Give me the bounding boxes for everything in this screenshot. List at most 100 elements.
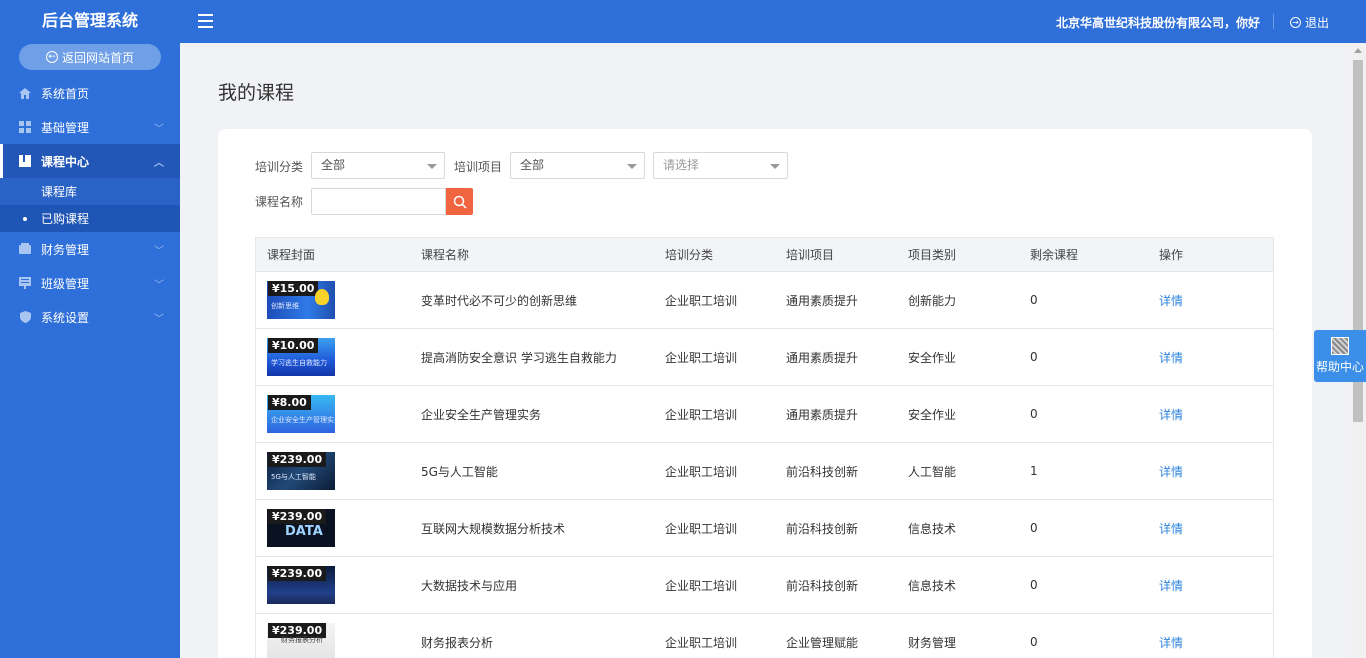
- detail-link[interactable]: 详情: [1159, 406, 1259, 423]
- course-remaining: 0: [1030, 407, 1038, 421]
- help-center-label: 帮助中心: [1315, 360, 1364, 374]
- content-card: 培训分类 全部 培训项目 全部 请选择 课程名称 课程封面 课程名称 培训分类 …: [218, 129, 1312, 658]
- course-category: 企业职工培训: [665, 635, 738, 650]
- page-title: 我的课程: [218, 82, 295, 104]
- cover-caption: 企业安全生产管理实务: [271, 416, 335, 424]
- sidebar-item-basic[interactable]: 基础管理 ﹀: [0, 110, 180, 144]
- course-remaining: 0: [1030, 293, 1038, 307]
- project-sub-select-placeholder: 请选择: [663, 158, 700, 172]
- table-row: ¥8.00 企业安全生产管理实务 企业安全生产管理实务 企业职工培训 通用素质提升…: [256, 386, 1273, 443]
- sidebar-subitem-course-library[interactable]: 课程库: [0, 178, 180, 205]
- sidebar-menu: 系统首页 基础管理 ﹀ 课程中心 ︿ 课程库 已购课程 财务管理 ﹀ 班级管理 …: [0, 76, 180, 334]
- course-name: 变革时代必不可少的创新思维: [421, 293, 578, 308]
- course-project: 前沿科技创新: [786, 578, 859, 593]
- project-select[interactable]: 全部: [510, 152, 645, 179]
- category-select[interactable]: 全部: [311, 152, 445, 179]
- sidebar: 后台管理系统 ← 返回网站首页 系统首页 基础管理 ﹀ 课程中心 ︿ 课程库 已…: [0, 0, 180, 658]
- header-name: 课程名称: [421, 248, 470, 262]
- course-type: 安全作业: [908, 407, 957, 422]
- table-row: ¥239.00 DATA 互联网大规模数据分析技术 企业职工培训 前沿科技创新 信…: [256, 500, 1273, 557]
- wallet-icon: [18, 243, 32, 255]
- course-cover[interactable]: ¥8.00 企业安全生产管理实务: [267, 395, 335, 433]
- course-cover[interactable]: ¥239.00 DATA: [267, 509, 335, 547]
- course-type: 财务管理: [908, 635, 957, 650]
- project-select-value: 全部: [520, 158, 545, 172]
- detail-link[interactable]: 详情: [1159, 349, 1259, 366]
- course-cover[interactable]: ¥239.00 5G与人工智能: [267, 452, 335, 490]
- grid-icon: [18, 121, 32, 133]
- sidebar-item-course-center[interactable]: 课程中心 ︿: [0, 144, 180, 178]
- course-cover[interactable]: ¥239.00: [267, 566, 335, 604]
- course-remaining: 0: [1030, 578, 1038, 592]
- detail-link[interactable]: 详情: [1159, 463, 1259, 480]
- cover-caption: 财务报表分析: [281, 636, 323, 644]
- price-tag: ¥239.00: [268, 566, 327, 581]
- course-category: 企业职工培训: [665, 407, 738, 422]
- home-icon: [18, 87, 32, 99]
- book-icon: [18, 155, 32, 167]
- price-tag: ¥8.00: [268, 395, 311, 410]
- price-tag: ¥239.00: [268, 452, 327, 467]
- arrow-left-circle-icon: ←: [45, 51, 58, 63]
- table-row: ¥239.00 财务报表分析 财务报表分析 企业职工培训 企业管理赋能 财务管理 …: [256, 614, 1273, 658]
- qr-code-icon: [1331, 337, 1349, 355]
- help-center-button[interactable]: 帮助中心: [1314, 330, 1366, 382]
- course-table: 课程封面 课程名称 培训分类 培训项目 项目类别 剩余课程 操作 ¥15.00 创…: [255, 237, 1274, 658]
- back-home-button[interactable]: ← 返回网站首页: [19, 44, 161, 70]
- course-remaining: 1: [1030, 464, 1038, 478]
- sidebar-subitem-label: 课程库: [41, 185, 78, 199]
- cover-caption: 学习逃生自救能力: [271, 359, 327, 367]
- search-button[interactable]: [446, 188, 473, 215]
- course-type: 创新能力: [908, 293, 957, 308]
- sidebar-item-home[interactable]: 系统首页: [0, 76, 180, 110]
- sidebar-item-finance[interactable]: 财务管理 ﹀: [0, 232, 180, 266]
- logout-icon: →: [1289, 17, 1301, 28]
- course-cover[interactable]: ¥239.00 财务报表分析: [267, 623, 335, 658]
- course-category: 企业职工培训: [665, 578, 738, 593]
- user-greeting: 北京华高世纪科技股份有限公司，你好: [1055, 16, 1260, 30]
- project-sub-select[interactable]: 请选择: [653, 152, 788, 179]
- header-type: 项目类别: [908, 248, 957, 262]
- sidebar-subitem-label: 已购课程: [41, 212, 90, 226]
- category-label: 培训分类: [255, 160, 304, 174]
- menu-toggle-icon[interactable]: [198, 14, 213, 28]
- chevron-down-icon: ﹀: [154, 314, 164, 325]
- category-select-value: 全部: [321, 158, 346, 172]
- detail-link[interactable]: 详情: [1159, 577, 1259, 594]
- sidebar-item-label: 系统首页: [41, 86, 90, 101]
- brand-title: 后台管理系统: [41, 11, 138, 30]
- price-tag: ¥239.00: [268, 509, 327, 524]
- course-project: 通用素质提升: [786, 407, 859, 422]
- sidebar-subitem-purchased[interactable]: 已购课程: [0, 205, 180, 232]
- project-label: 培训项目: [454, 160, 503, 174]
- table-row: ¥10.00 学习逃生自救能力 提高消防安全意识 学习逃生自救能力 企业职工培训 …: [256, 329, 1273, 386]
- chevron-down-icon: ﹀: [154, 280, 164, 291]
- sidebar-item-class[interactable]: 班级管理 ﹀: [0, 266, 180, 300]
- cover-caption: DATA: [285, 524, 323, 539]
- table-row: ¥15.00 创新思维 变革时代必不可少的创新思维 企业职工培训 通用素质提升 创…: [256, 272, 1273, 329]
- detail-link[interactable]: 详情: [1159, 520, 1259, 537]
- header-remaining: 剩余课程: [1030, 248, 1079, 262]
- course-type: 信息技术: [908, 521, 957, 536]
- lightbulb-icon: [315, 289, 329, 305]
- cover-caption: 5G与人工智能: [271, 473, 316, 481]
- detail-link[interactable]: 详情: [1159, 292, 1259, 309]
- top-bar: 北京华高世纪科技股份有限公司，你好 → 退出: [180, 0, 1366, 43]
- course-remaining: 0: [1030, 350, 1038, 364]
- course-project: 通用素质提升: [786, 350, 859, 365]
- sidebar-item-settings[interactable]: 系统设置 ﹀: [0, 300, 180, 334]
- scroll-up-arrow-icon[interactable]: [1354, 48, 1362, 53]
- course-name: 互联网大规模数据分析技术: [421, 521, 566, 536]
- sidebar-item-label: 课程中心: [41, 154, 90, 169]
- table-row: ¥239.00 大数据技术与应用 企业职工培训 前沿科技创新 信息技术 0 详情: [256, 557, 1273, 614]
- search-icon: [453, 195, 467, 209]
- course-cover[interactable]: ¥15.00 创新思维: [267, 281, 335, 319]
- course-cover[interactable]: ¥10.00 学习逃生自救能力: [267, 338, 335, 376]
- detail-link[interactable]: 详情: [1159, 634, 1259, 651]
- logout-button[interactable]: → 退出: [1289, 14, 1329, 31]
- course-project: 前沿科技创新: [786, 521, 859, 536]
- course-project: 通用素质提升: [786, 293, 859, 308]
- sidebar-item-label: 系统设置: [41, 310, 90, 325]
- course-name-input[interactable]: [311, 188, 446, 215]
- course-project: 前沿科技创新: [786, 464, 859, 479]
